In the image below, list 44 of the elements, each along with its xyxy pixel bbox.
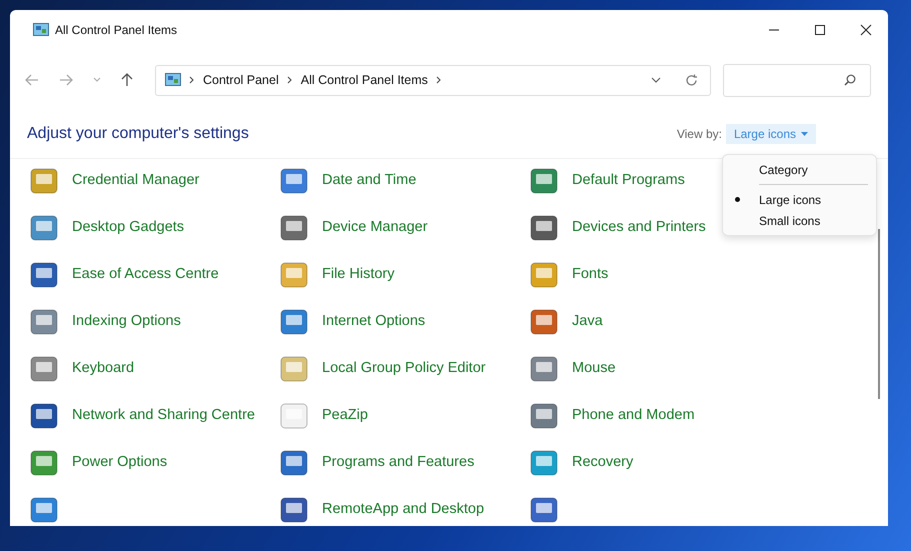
applet-link[interactable]: RemoteApp and Desktop [322,500,512,519]
search-field[interactable] [723,64,871,96]
window-title: All Control Panel Items [55,23,178,37]
applet-link[interactable]: Local Group Policy Editor [322,359,512,378]
applet-link[interactable]: Indexing Options [72,312,262,331]
chevron-right-icon [286,76,293,84]
scrollbar-thumb[interactable] [878,229,880,399]
applet-link[interactable]: Phone and Modem [572,406,762,425]
chevron-down-icon[interactable] [651,77,661,83]
maximize-icon[interactable] [814,24,826,36]
view-by-label: View by: [676,127,722,141]
applet-link[interactable]: Date and Time [322,171,512,190]
search-icon [844,74,856,86]
applet-link[interactable]: PeaZip [322,406,512,425]
refresh-icon[interactable] [685,74,698,86]
menu-item-label: Large icons [759,192,822,206]
close-icon[interactable] [860,24,872,36]
applet-link[interactable]: Java [572,312,762,331]
applet-link[interactable]: Fonts [572,265,762,284]
caret-icon [801,132,808,136]
breadcrumb[interactable]: Control Panel [203,73,279,87]
applet-link[interactable]: Ease of Access Centre [72,265,262,284]
chevron-right-icon [436,76,442,84]
up-arrow-icon[interactable] [121,73,133,87]
chevron-right-icon [189,76,195,84]
applet-link[interactable]: Power Options [72,453,262,472]
menu-item-label: Category [759,162,808,176]
applet-link[interactable]: Desktop Gadgets [72,218,262,237]
applet-link[interactable]: Programs and Features [322,453,512,472]
control-panel-icon [165,73,181,87]
applet-link[interactable]: Recovery [572,453,762,472]
menu-item-label: Small icons [759,214,820,228]
applet-link[interactable]: File History [322,265,512,284]
control-panel-icon [33,23,49,37]
applet-link[interactable]: Mouse [572,359,762,378]
page-heading: Adjust your computer's settings [27,125,249,143]
breadcrumb[interactable]: All Control Panel Items [300,73,428,87]
applet-link[interactable]: Network and Sharing Centre [72,406,262,425]
address-bar[interactable]: Control Panel All Control Panel Items [155,64,711,96]
applet-link[interactable]: Keyboard [72,359,262,378]
applet-link[interactable]: Credential Manager [72,171,262,190]
applet-link[interactable]: Device Manager [322,218,512,237]
view-by-dropdown[interactable]: Large icons [726,124,816,144]
applet-link[interactable]: Internet Options [322,312,512,331]
